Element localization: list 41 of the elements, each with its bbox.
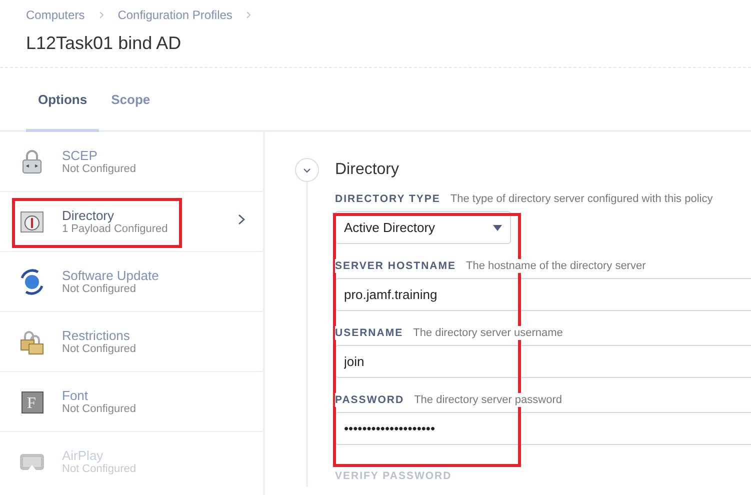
field-hint: The directory server password	[414, 393, 562, 407]
input-field[interactable]: ••••••••••••••••••••	[335, 412, 751, 445]
sidebar-item[interactable]: SCEP Not Configured	[0, 132, 263, 192]
sidebar-item[interactable]: Software Update Not Configured	[0, 252, 263, 312]
item-name: AirPlay	[62, 448, 104, 463]
breadcrumb-link[interactable]: Configuration Profiles	[118, 6, 232, 24]
field-label: PASSWORD	[335, 393, 404, 407]
input-field[interactable]: join	[335, 345, 751, 378]
breadcrumb-link[interactable]: Computers	[26, 6, 85, 24]
globe-icon	[18, 268, 46, 296]
collapse-button[interactable]	[295, 158, 319, 182]
sidebar-item[interactable]: Restrictions Not Configured	[0, 312, 263, 372]
item-name: SCEP	[62, 148, 98, 162]
field-label: SERVER HOSTNAME	[335, 259, 456, 273]
sidebar-item[interactable]: Directory 1 Payload Configured	[0, 192, 263, 252]
field-hint: The directory server username	[413, 326, 563, 340]
section-title: Directory	[335, 160, 400, 180]
item-status: Not Configured	[62, 402, 136, 416]
field-label: VERIFY PASSWORD	[335, 470, 452, 483]
tab[interactable]: Scope	[99, 90, 162, 132]
caret-icon	[493, 224, 502, 230]
item-name: Directory	[62, 208, 116, 222]
chevron-icon	[246, 11, 252, 19]
field-hint: The type of directory server configured with this policy	[450, 192, 713, 206]
page-title: L12Task01 bind AD	[26, 32, 182, 55]
chevron-icon	[303, 168, 311, 172]
item-status: Not Configured	[62, 342, 136, 356]
item-name: Font	[62, 388, 90, 402]
sidebar-item[interactable]: F Font Not Configured	[0, 372, 263, 432]
icon-letter: F	[27, 394, 36, 414]
chevron-icon	[238, 214, 245, 225]
item-status: 1 Payload Configured	[62, 222, 168, 236]
chevron-icon	[98, 11, 104, 19]
tab[interactable]: Options	[26, 90, 100, 132]
item-name: Software Update	[62, 268, 159, 282]
field-label: USERNAME	[335, 326, 404, 340]
field-hint: The hostname of the directory server	[466, 259, 646, 273]
select-field[interactable]: Active Directory	[335, 211, 511, 244]
item-status: Not Configured	[62, 162, 136, 176]
item-name: Restrictions	[62, 328, 131, 342]
input-field[interactable]: pro.jamf.training	[335, 278, 751, 311]
